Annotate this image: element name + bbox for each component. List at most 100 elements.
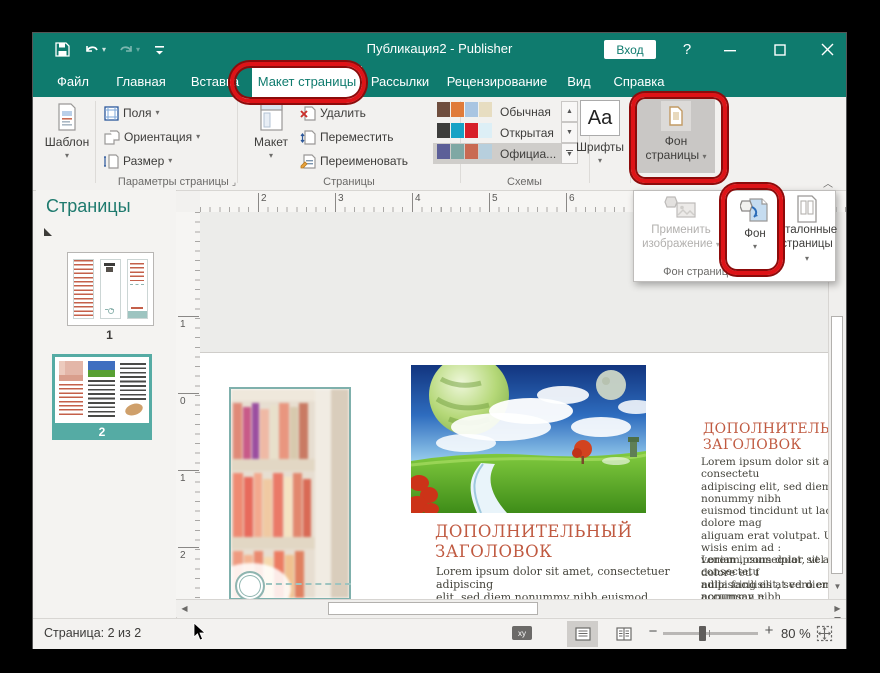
circle-ornament[interactable] [235, 571, 265, 599]
scheme-swatch [479, 123, 492, 138]
tab-help[interactable]: Справка [602, 66, 676, 97]
pages-panel: Страницы 1 [36, 190, 177, 618]
rename-page-button[interactable]: Переименовать [300, 151, 408, 171]
landscape-image[interactable] [411, 365, 646, 513]
move-page-icon [300, 130, 316, 145]
scroll-down-button[interactable]: ▼ [829, 578, 846, 594]
vertical-ruler[interactable]: 10123 [176, 212, 201, 599]
page-thumbnail-2[interactable]: 2 [52, 354, 152, 440]
zoom-slider-track[interactable] [663, 632, 758, 635]
fonts-button[interactable]: Aa Шрифты ▾ [565, 100, 635, 173]
close-button[interactable] [811, 33, 843, 66]
article-body-middle[interactable]: Lorem ipsum dolor sit amet, consectetuer… [436, 566, 686, 599]
mouse-cursor-icon [193, 623, 206, 641]
thumb-decoration [124, 401, 145, 417]
scheme-item-2[interactable]: Открытая [433, 122, 563, 143]
fit-to-window-icon[interactable] [816, 625, 833, 642]
tab-review[interactable]: Рецензирование [440, 66, 554, 97]
horizontal-scrollbar[interactable]: ◀ ▶ [176, 599, 846, 617]
master-pages-button[interactable]: Эталонные страницы ▾ [780, 195, 834, 265]
two-page-view-button[interactable] [608, 621, 639, 647]
object-position-indicator[interactable]: xy [512, 626, 532, 640]
ribbon-tab-bar: Файл Главная Вставка Макет страницы Расс… [33, 66, 846, 97]
chevron-down-icon: ▾ [598, 157, 602, 165]
ruler-major-tick [178, 316, 199, 317]
tab-view[interactable]: Вид [556, 66, 602, 97]
scheme-name: Открытая [500, 126, 554, 140]
zoom-slider-handle[interactable] [699, 626, 706, 641]
size-button[interactable]: Размер▾ [104, 151, 172, 171]
delete-page-icon [300, 106, 316, 121]
page-indicator[interactable]: Страница: 2 из 2 [44, 626, 141, 640]
tab-file[interactable]: Файл [46, 66, 100, 97]
tab-page-design[interactable]: Макет страницы [252, 66, 362, 97]
scheme-swatch [465, 102, 478, 117]
tab-insert[interactable]: Вставка [180, 66, 250, 97]
layout-button[interactable]: Макет ▾ [245, 100, 297, 173]
scheme-item-1[interactable]: Обычная [433, 101, 563, 122]
page-background-flyout: Применить изображение ▾ Фон ▾ Эталонные … [633, 190, 836, 282]
orientation-button[interactable]: Ориентация▾ [104, 127, 200, 147]
tab-home[interactable]: Главная [104, 66, 178, 97]
tab-mailings[interactable]: Рассылки [362, 66, 438, 97]
dialog-launcher-icon[interactable]: ⌟ [232, 177, 236, 187]
template-label: Шаблон [45, 135, 89, 149]
thumb-decoration [100, 259, 121, 319]
collapse-ribbon-button[interactable]: ︿ [823, 175, 833, 190]
article-body-right-2[interactable]: Lorem ipsum dolor sit amet, consectetu a… [701, 554, 846, 599]
template-button[interactable]: Шаблон ▾ [41, 100, 93, 173]
group-separator [237, 101, 238, 183]
ruler-major-tick [178, 470, 199, 471]
zoom-percentage[interactable]: 80 % [781, 626, 811, 641]
scheme-swatch [451, 102, 464, 117]
chevron-down-icon: ▾ [156, 109, 160, 117]
maximize-icon [774, 44, 786, 56]
master-pages-label-2: страницы ▾ [780, 237, 834, 265]
apply-image-button[interactable]: Применить изображение ▾ [642, 195, 720, 251]
collapse-panel-triangle[interactable] [44, 228, 52, 236]
maximize-button[interactable] [765, 33, 795, 66]
margins-label: Поля [123, 106, 152, 120]
publication-page[interactable]: ДОПОЛНИТЕЛЬНЫЙ ЗАГОЛОВОК Lorem ipsum dol… [200, 352, 829, 599]
article-heading-right[interactable]: ДОПОЛНИТЕЛЬНЫЙ ЗАГОЛОВОК [703, 421, 846, 453]
thumb-decoration [88, 361, 115, 377]
horizontal-scrollbar-thumb[interactable] [328, 602, 538, 615]
vertical-scrollbar-thumb[interactable] [831, 316, 843, 574]
ruler-major-tick [489, 193, 490, 212]
thumb-decoration [88, 380, 115, 417]
margins-icon [104, 106, 119, 121]
zoom-out-button[interactable]: − [646, 623, 660, 640]
scroll-left-button[interactable]: ◀ [177, 601, 192, 616]
orientation-label: Ориентация [124, 130, 192, 144]
ruler-major-tick [335, 193, 336, 212]
scheme-item-3[interactable]: Официа... [433, 143, 563, 164]
zoom-in-button[interactable]: + [762, 622, 776, 639]
sign-in-button[interactable]: Вход [604, 40, 656, 59]
minimize-button[interactable] [715, 33, 745, 66]
delete-page-button[interactable]: Удалить [300, 103, 366, 123]
move-page-label: Переместить [320, 130, 394, 144]
single-page-view-icon [575, 627, 591, 641]
page-background-button[interactable]: Фон страницы ▾ [637, 99, 715, 173]
schemes-gallery: Обычная Открытая Официа... [433, 101, 563, 164]
layout-label: Макет [254, 135, 288, 149]
group-separator [630, 101, 631, 183]
bookshelf-image[interactable] [229, 387, 351, 599]
page-thumbnail-1[interactable] [67, 252, 154, 326]
scheme-swatch [465, 123, 478, 138]
ruler-major-tick [178, 547, 199, 548]
scheme-swatch [437, 123, 450, 138]
ruler-number: 1 [180, 319, 186, 330]
article-heading-middle[interactable]: ДОПОЛНИТЕЛЬНЫЙ ЗАГОЛОВОК [435, 522, 645, 562]
single-page-view-button[interactable] [567, 621, 598, 647]
ruler-number: 2 [180, 550, 186, 561]
ruler-major-tick [178, 393, 199, 394]
ruler-number: 5 [492, 193, 498, 204]
background-button[interactable]: Фон ▾ [730, 195, 780, 251]
thumb-decoration [73, 259, 94, 319]
scroll-right-button[interactable]: ▶ [830, 601, 845, 616]
margins-button[interactable]: Поля ▾ [104, 103, 160, 123]
move-page-button[interactable]: Переместить [300, 127, 394, 147]
help-button[interactable]: ? [675, 33, 699, 66]
group-label-pages: Страницы [239, 176, 459, 188]
